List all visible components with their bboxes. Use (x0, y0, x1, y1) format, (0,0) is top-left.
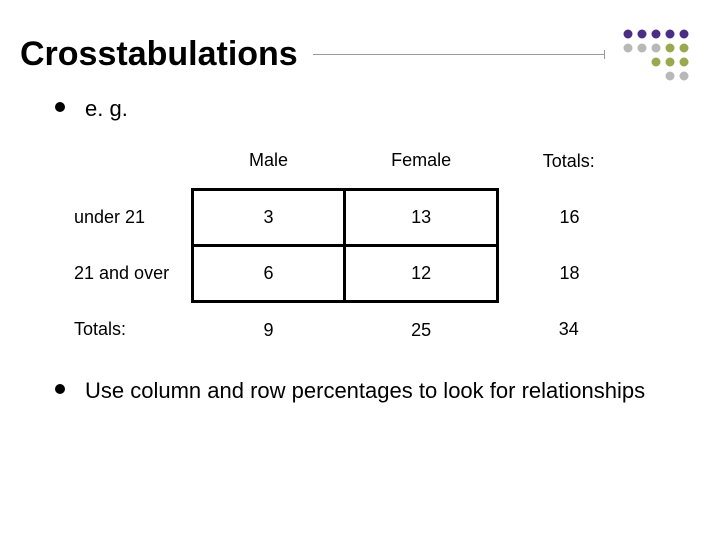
bullet-item: Use column and row percentages to look f… (55, 376, 670, 406)
bullet-dot-icon (55, 102, 65, 112)
cell: 13 (345, 190, 498, 246)
crosstab-table: Male Female Totals: under 21 3 13 16 21 … (0, 134, 720, 358)
bullet-item: e. g. (55, 94, 670, 124)
bullet-text: e. g. (85, 94, 128, 124)
decorative-dots-icon (618, 28, 700, 90)
bullet-text: Use column and row percentages to look f… (85, 376, 645, 406)
row-total: 16 (497, 190, 640, 246)
bullet-dot-icon (55, 384, 65, 394)
col-header-male: Male (192, 134, 345, 190)
row-total: 18 (497, 246, 640, 302)
grand-total: 34 (497, 302, 640, 358)
title-rule (313, 54, 605, 55)
cell: 3 (192, 190, 345, 246)
slide-title: Crosstabulations (20, 35, 313, 74)
col-header-female: Female (345, 134, 498, 190)
col-header-totals: Totals: (497, 134, 640, 190)
col-total: 9 (192, 302, 345, 358)
row-header-under21: under 21 (70, 190, 192, 246)
cell: 12 (345, 246, 498, 302)
row-header-21over: 21 and over (70, 246, 192, 302)
row-header-totals: Totals: (70, 302, 192, 358)
col-total: 25 (345, 302, 498, 358)
cell: 6 (192, 246, 345, 302)
